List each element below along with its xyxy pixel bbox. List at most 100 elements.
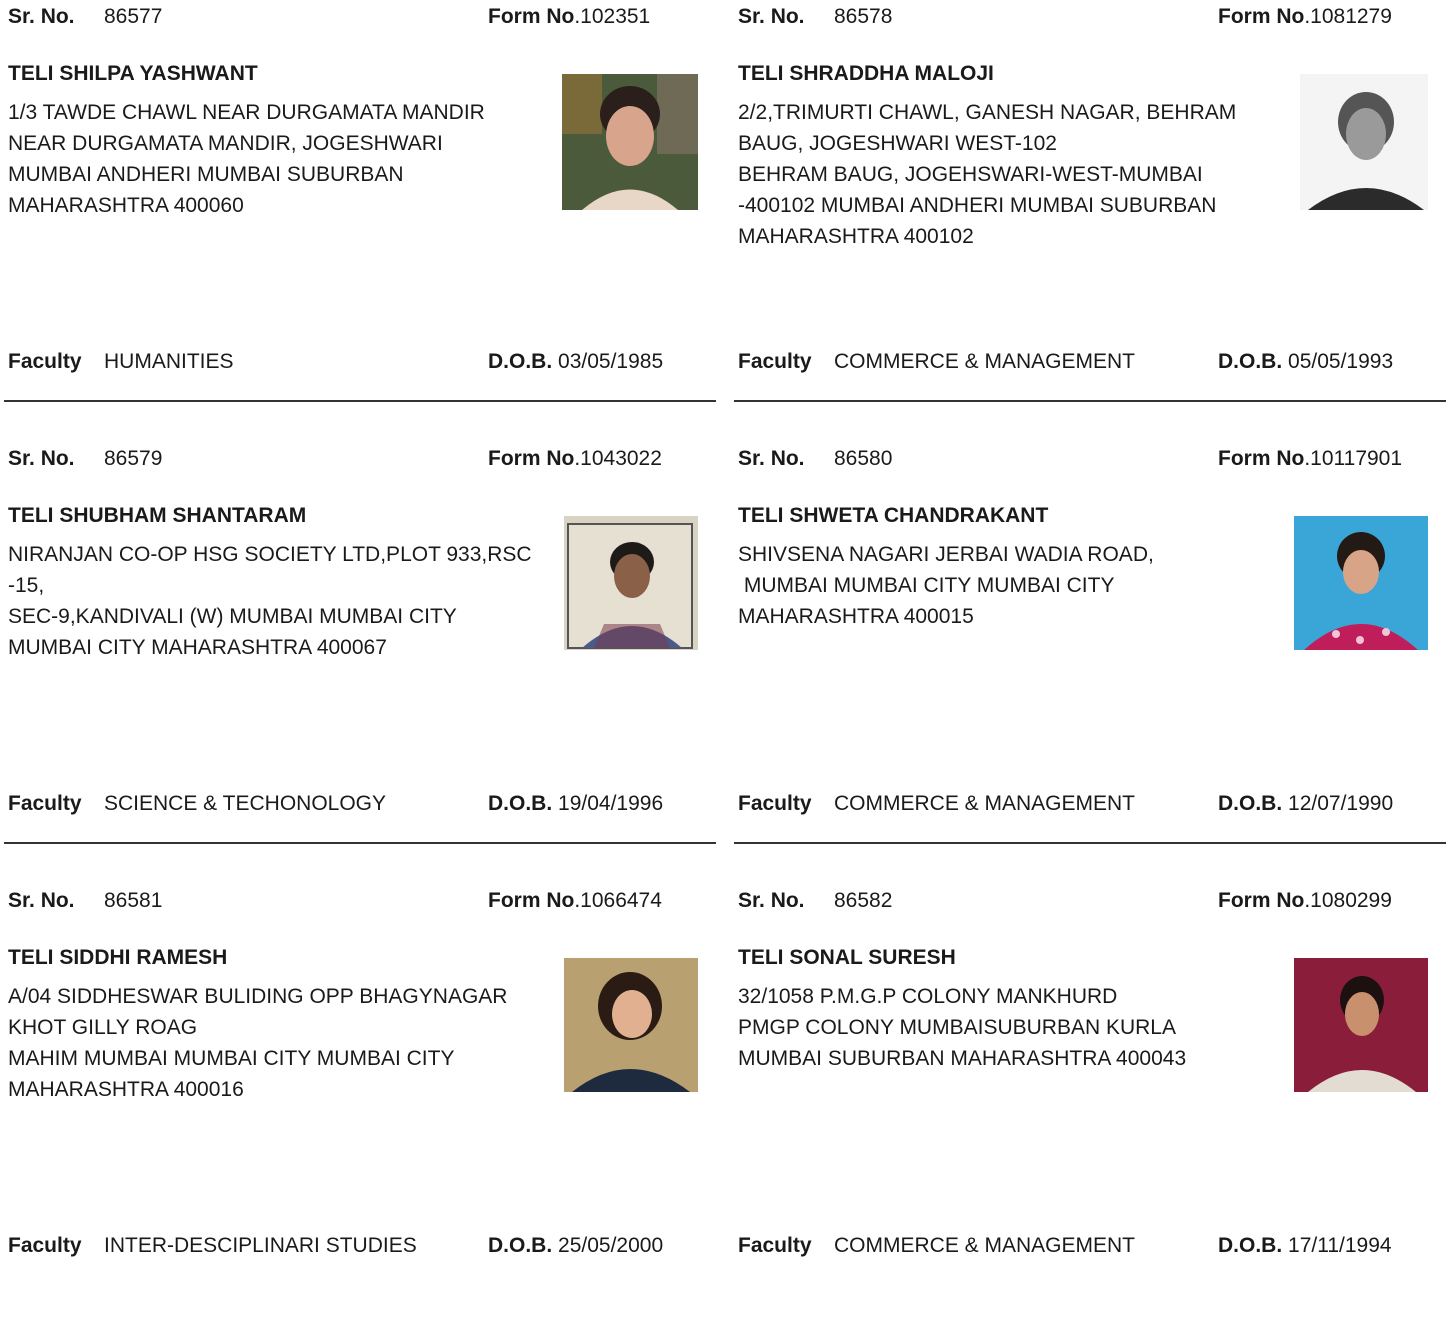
faculty-value: INTER-DESCIPLINARI STUDIES [104,1234,417,1257]
student-name: TELI SHRADDHA MALOJI [738,62,994,85]
faculty-label: Faculty [738,792,812,815]
form-no-label: Form No [1218,5,1305,28]
card-header-row: Sr. No. 86577 Form No.102351 [8,5,716,29]
student-address: 32/1058 P.M.G.P COLONY MANKHURD PMGP COL… [738,981,1268,1074]
form-no: Form No.10117901 [1218,447,1402,471]
student-name: TELI SHUBHAM SHANTARAM [8,504,307,527]
dob: D.O.B. 17/11/1994 [1218,1234,1392,1258]
dob-value: 25/05/2000 [558,1234,664,1257]
sr-no-value: 86577 [104,5,163,28]
sr-no-label: Sr. No. [738,5,805,28]
address-line: 32/1058 P.M.G.P COLONY MANKHURD [738,985,1118,1008]
address-line: -15, [8,574,45,597]
card-divider [734,400,1446,402]
faculty-value: HUMANITIES [104,350,234,373]
person-photo-icon [1294,958,1428,1092]
student-photo [1300,74,1428,210]
address-line: NIRANJAN CO-OP HSG SOCIETY LTD,PLOT 933,… [8,543,532,566]
form-no-value: .1066474 [574,889,662,912]
form-no: Form No.1080299 [1218,889,1392,913]
card-divider [734,842,1446,844]
dob-value: 12/07/1990 [1288,792,1394,815]
card-footer-row: Faculty COMMERCE & MANAGEMENT D.O.B. 05/… [738,350,1446,374]
address-line: -400102 MUMBAI ANDHERI MUMBAI SUBURBAN [738,194,1217,217]
dob-label: D.O.B. [1218,792,1283,815]
dob-label: D.O.B. [1218,350,1283,373]
faculty-value: COMMERCE & MANAGEMENT [834,1234,1136,1257]
card-divider [4,842,716,844]
student-address: A/04 SIDDHESWAR BULIDING OPP BHAGYNAGAR … [8,981,538,1105]
faculty-label: Faculty [8,1234,82,1257]
student-address: NIRANJAN CO-OP HSG SOCIETY LTD,PLOT 933,… [8,539,538,663]
address-line: SHIVSENA NAGARI JERBAI WADIA ROAD, [738,543,1154,566]
dob-label: D.O.B. [488,1234,553,1257]
faculty-label: Faculty [8,350,82,373]
person-photo-icon [564,516,698,650]
card-header-row: Sr. No. 86581 Form No.1066474 [8,889,716,913]
student-name: TELI SONAL SURESH [738,946,956,969]
student-card: Sr. No. 86577 Form No.102351 TELI SHILPA… [0,0,716,442]
card-divider [4,400,716,402]
sr-no-label: Sr. No. [738,889,805,912]
student-card: Sr. No. 86581 Form No.1066474 TELI SIDDH… [0,884,716,1326]
address-line: BAUG, JOGESHWARI WEST-102 [738,132,1057,155]
form-no-value: .1081279 [1304,5,1392,28]
address-line: MAHARASHTRA 400102 [738,225,974,248]
sr-no-label: Sr. No. [8,447,75,470]
student-address: 2/2,TRIMURTI CHAWL, GANESH NAGAR, BEHRAM… [738,97,1268,252]
sr-no-value: 86582 [834,889,893,912]
address-line: MAHARASHTRA 400016 [8,1078,244,1101]
faculty-label: Faculty [738,350,812,373]
form-no: Form No.1043022 [488,447,662,471]
sr-no-value: 86580 [834,447,893,470]
card-header-row: Sr. No. 86579 Form No.1043022 [8,447,716,471]
form-no-value: .102351 [574,5,651,28]
sr-no-label: Sr. No. [8,5,75,28]
form-no-label: Form No [488,447,575,470]
form-no-value: .1080299 [1304,889,1392,912]
dob: D.O.B. 25/05/2000 [488,1234,663,1258]
student-photo [1294,958,1428,1092]
card-header-row: Sr. No. 86580 Form No.10117901 [738,447,1446,471]
faculty-value: COMMERCE & MANAGEMENT [834,792,1136,815]
sr-no-label: Sr. No. [738,447,805,470]
card-footer-row: Faculty INTER-DESCIPLINARI STUDIES D.O.B… [8,1234,716,1258]
card-footer-row: Faculty COMMERCE & MANAGEMENT D.O.B. 17/… [738,1234,1446,1258]
sr-no-value: 86581 [104,889,163,912]
form-no-label: Form No [488,889,575,912]
address-line: MUMBAI MUMBAI CITY MUMBAI CITY [738,574,1115,597]
person-photo-icon [562,74,698,210]
card-footer-row: Faculty HUMANITIES D.O.B. 03/05/1985 [8,350,716,374]
address-line: MUMBAI SUBURBAN MAHARASHTRA 400043 [738,1047,1187,1070]
person-photo-icon [1300,74,1428,210]
student-card: Sr. No. 86582 Form No.1080299 TELI SONAL… [730,884,1446,1326]
dob-value: 05/05/1993 [1288,350,1394,373]
form-no: Form No.1066474 [488,889,662,913]
student-name: TELI SIDDHI RAMESH [8,946,228,969]
address-line: A/04 SIDDHESWAR BULIDING OPP BHAGYNAGAR [8,985,508,1008]
dob-label: D.O.B. [488,350,553,373]
faculty-label: Faculty [8,792,82,815]
student-photo [564,516,698,650]
faculty-label: Faculty [738,1234,812,1257]
dob-label: D.O.B. [1218,1234,1283,1257]
student-address: SHIVSENA NAGARI JERBAI WADIA ROAD, MUMBA… [738,539,1268,632]
sr-no-value: 86578 [834,5,893,28]
address-line: 2/2,TRIMURTI CHAWL, GANESH NAGAR, BEHRAM [738,101,1237,124]
dob: D.O.B. 12/07/1990 [1218,792,1393,816]
student-photo [564,958,698,1092]
dob-label: D.O.B. [488,792,553,815]
dob: D.O.B. 05/05/1993 [1218,350,1393,374]
person-photo-icon [564,958,698,1092]
student-address: 1/3 TAWDE CHAWL NEAR DURGAMATA MANDIR NE… [8,97,538,221]
form-no-label: Form No [488,5,575,28]
student-card: Sr. No. 86580 Form No.10117901 TELI SHWE… [730,442,1446,884]
student-photo [1294,516,1428,650]
student-name: TELI SHWETA CHANDRAKANT [738,504,1049,527]
sr-no-value: 86579 [104,447,163,470]
student-card: Sr. No. 86579 Form No.1043022 TELI SHUBH… [0,442,716,884]
card-footer-row: Faculty SCIENCE & TECHONOLOGY D.O.B. 19/… [8,792,716,816]
form-no-label: Form No [1218,447,1305,470]
form-no-value: .10117901 [1304,447,1403,470]
address-line: KHOT GILLY ROAG [8,1016,198,1039]
